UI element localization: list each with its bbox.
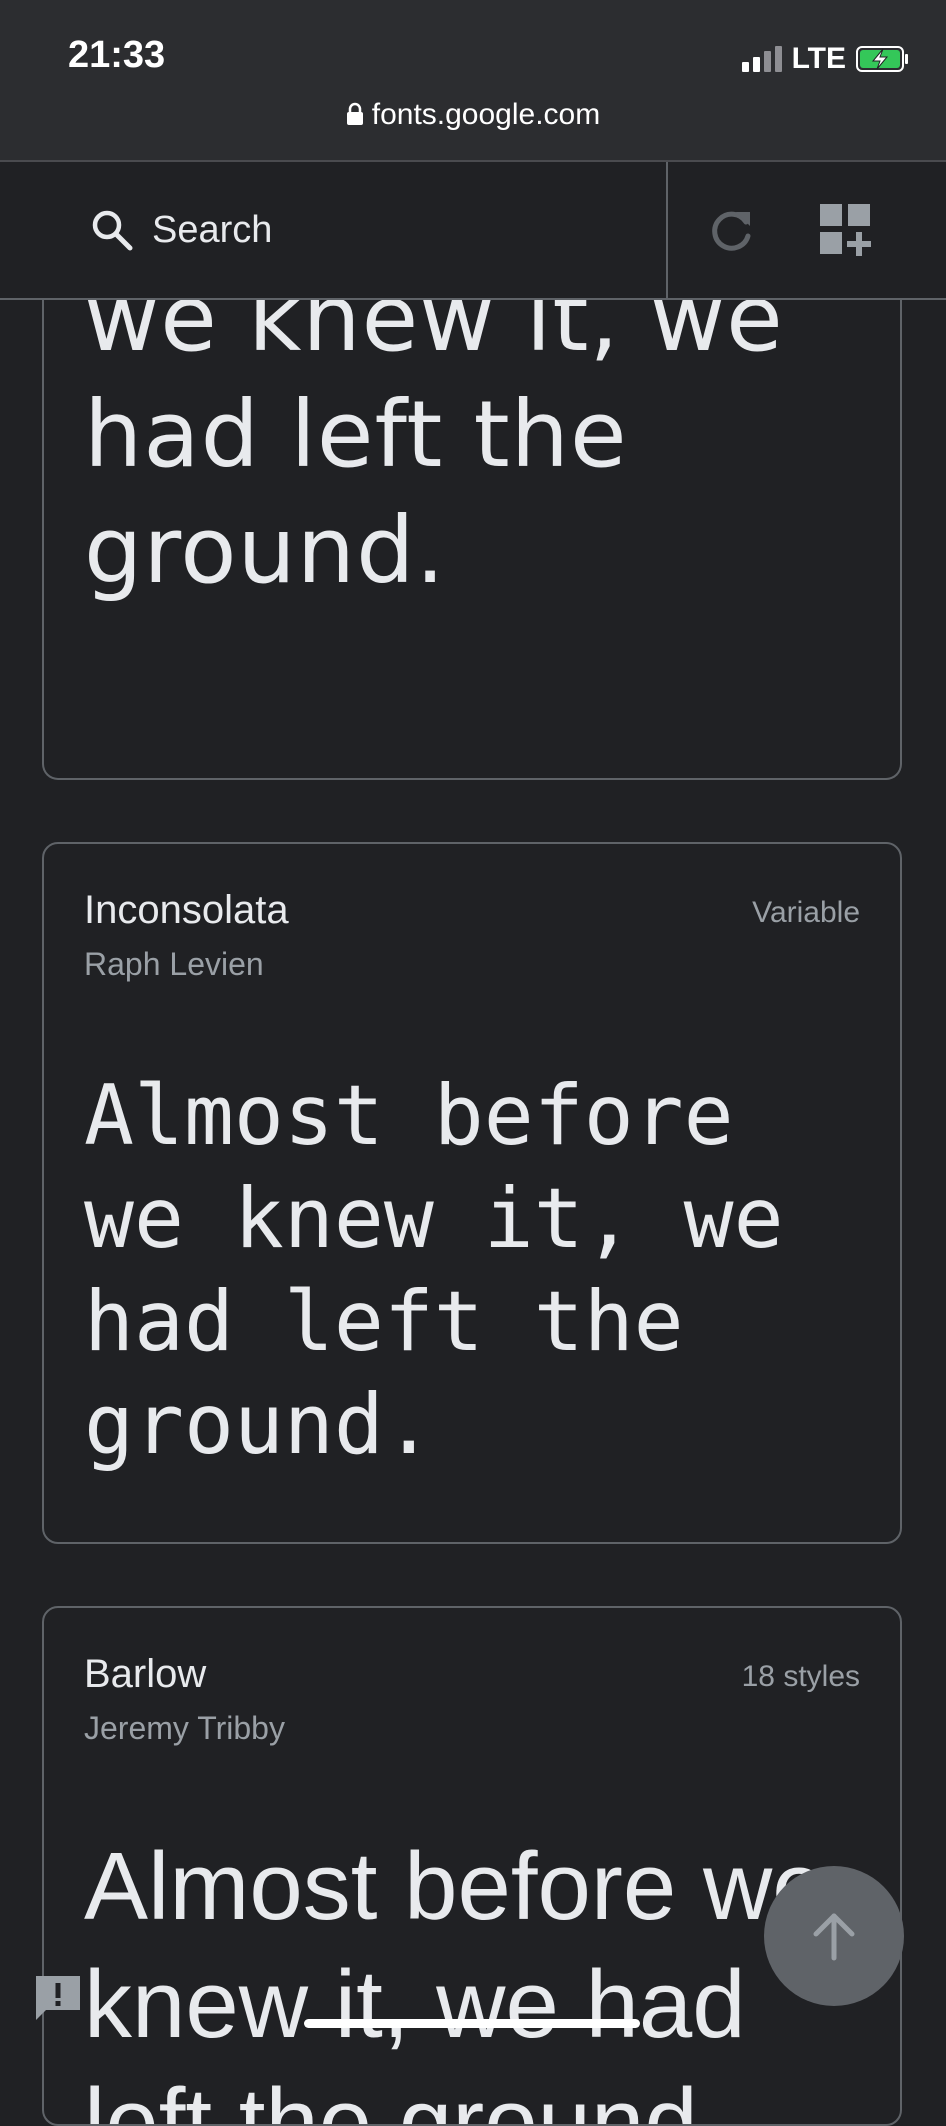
font-sample-text: Almost before we knew it, we had left th…	[84, 1833, 826, 2126]
refresh-icon[interactable]	[706, 206, 756, 256]
network-type: LTE	[791, 42, 846, 75]
feedback-icon[interactable]	[32, 1972, 84, 2024]
url-text: fonts.google.com	[371, 98, 601, 131]
font-name: Inconsolata	[84, 888, 289, 932]
search-button[interactable]: Search	[0, 162, 668, 298]
scroll-to-top-button[interactable]	[764, 1866, 904, 2006]
font-card[interactable]: Almost before we knew it, we had left th…	[42, 240, 902, 780]
font-name: Barlow	[84, 1652, 207, 1696]
lock-icon	[346, 102, 363, 125]
signal-strength-icon	[741, 46, 782, 72]
search-icon	[92, 210, 133, 251]
fonts-toolbar: Search	[0, 162, 946, 300]
home-indicator[interactable]	[304, 2019, 640, 2028]
browser-chrome: 21:33 LTE fonts.google.com	[0, 0, 946, 162]
font-styles-count: 18 styles	[741, 1660, 860, 1693]
font-sample-text: Almost before we knew it, we had left th…	[84, 1067, 784, 1473]
arrow-up-icon	[813, 1913, 855, 1961]
search-label: Search	[152, 208, 273, 251]
status-time: 21:33	[68, 34, 166, 76]
collection-icon[interactable]	[818, 202, 874, 258]
font-card-inconsolata[interactable]: Inconsolata Raph Levien Variable Almost …	[42, 842, 902, 1544]
address-bar[interactable]: fonts.google.com	[0, 98, 946, 132]
font-card-barlow[interactable]: Barlow Jeremy Tribby 18 styles Almost be…	[42, 1606, 902, 2126]
font-styles-count: Variable	[752, 896, 860, 929]
font-author: Jeremy Tribby	[84, 1710, 285, 1746]
battery-charging-icon	[856, 46, 908, 72]
font-author: Raph Levien	[84, 946, 264, 982]
status-indicators: LTE	[741, 42, 910, 76]
